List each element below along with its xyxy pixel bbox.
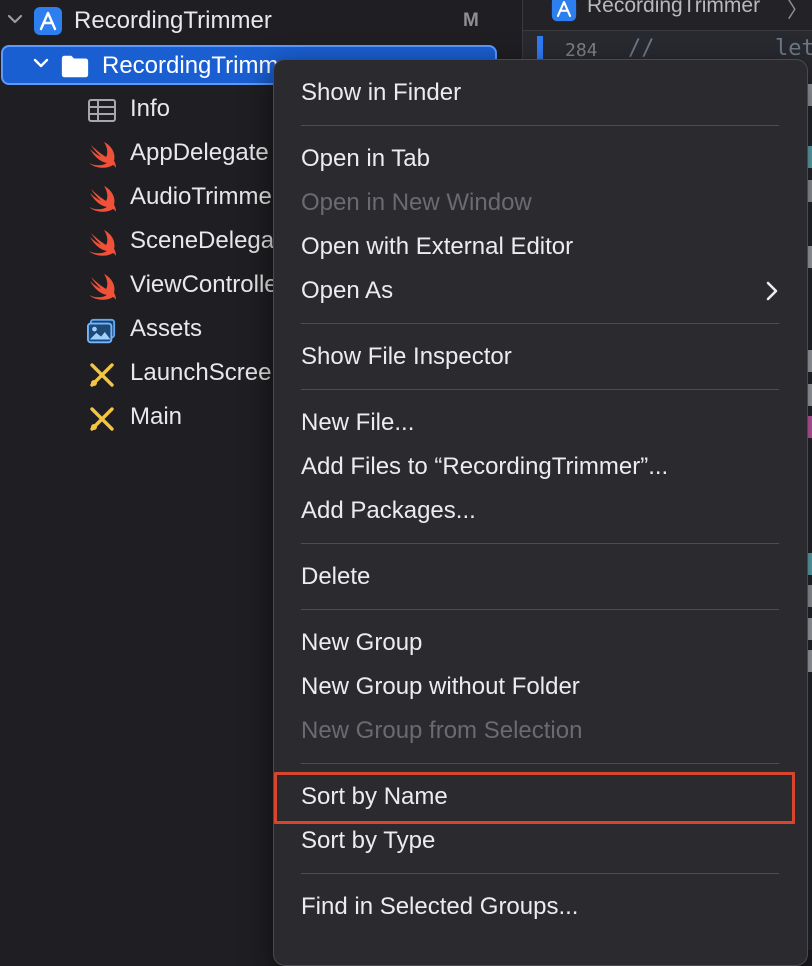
menu-item-label: Add Files to “RecordingTrimmer”... — [301, 453, 669, 480]
menu-item-label: New Group — [301, 629, 423, 656]
menu-item-open-with-external-editor[interactable]: Open with External Editor — [274, 226, 807, 270]
project-row[interactable]: RecordingTrimmer M — [0, 0, 522, 44]
menu-separator — [301, 323, 779, 324]
file-name: AudioTrimmer — [130, 183, 280, 210]
menu-item-label: Show in Finder — [301, 79, 462, 106]
code-keyword: let — [775, 36, 812, 61]
editor-jump-bar: RecordingTrimmer 〉 — [523, 0, 812, 31]
storyboard-icon — [90, 407, 114, 431]
menu-separator — [301, 543, 779, 544]
menu-item-label: Delete — [301, 563, 371, 590]
menu-separator — [301, 763, 779, 764]
menu-item-label: Add Packages... — [301, 497, 476, 524]
xcode-project-icon[interactable] — [551, 0, 577, 22]
menu-item-label: New File... — [301, 409, 415, 436]
swift-icon — [89, 230, 116, 256]
menu-item-delete[interactable]: Delete — [274, 556, 807, 600]
file-name: Main — [130, 403, 183, 430]
folder-icon — [61, 55, 89, 78]
file-name: AppDelegate — [130, 139, 269, 166]
file-name: LaunchScreen — [130, 359, 285, 386]
menu-item-new-file[interactable]: New File... — [274, 402, 807, 446]
menu-item-label: Open in New Window — [301, 189, 532, 216]
code-comment: // — [628, 36, 655, 61]
menu-item-open-in-new-window: Open in New Window — [274, 182, 807, 226]
menu-item-new-group-without-folder[interactable]: New Group without Folder — [274, 666, 807, 710]
menu-item-add-files[interactable]: Add Files to “RecordingTrimmer”... — [274, 446, 807, 490]
menu-item-new-group-from-selection: New Group from Selection — [274, 710, 807, 754]
plist-table-icon — [88, 99, 116, 122]
menu-item-add-packages[interactable]: Add Packages... — [274, 490, 807, 534]
swift-icon — [89, 142, 116, 168]
menu-item-show-in-finder[interactable]: Show in Finder — [274, 72, 807, 116]
menu-item-find-in-selected-groups[interactable]: Find in Selected Groups... — [274, 886, 807, 930]
menu-item-label: Sort by Type — [301, 827, 436, 854]
asset-catalog-icon — [87, 318, 116, 344]
menu-item-new-group[interactable]: New Group — [274, 622, 807, 666]
context-menu: Show in Finder Open in Tab Open in New W… — [273, 59, 808, 966]
storyboard-icon — [90, 363, 114, 387]
chevron-right-icon — [766, 281, 778, 301]
project-name: RecordingTrimmer — [74, 7, 272, 34]
menu-item-open-in-tab[interactable]: Open in Tab — [274, 138, 807, 182]
menu-separator — [301, 125, 779, 126]
file-name: Assets — [130, 315, 203, 342]
annotation-highlight-box — [274, 772, 795, 824]
swift-icon — [89, 186, 116, 212]
menu-item-label: Open As — [301, 277, 394, 304]
source-control-status-badge: M — [463, 10, 479, 31]
menu-item-label: New Group without Folder — [301, 673, 580, 700]
file-name: Info — [130, 95, 171, 122]
menu-item-label: Open with External Editor — [301, 233, 574, 260]
menu-item-label: Show File Inspector — [301, 343, 512, 370]
menu-item-show-file-inspector[interactable]: Show File Inspector — [274, 336, 807, 380]
xcode-project-icon — [34, 7, 62, 35]
menu-item-label: New Group from Selection — [301, 717, 583, 744]
jump-bar-separator: 〉 — [787, 0, 808, 22]
file-name: SceneDelegate — [130, 227, 295, 254]
menu-separator — [301, 873, 779, 874]
chevron-down-icon[interactable] — [32, 54, 50, 72]
menu-item-sort-by-type[interactable]: Sort by Type — [274, 820, 807, 864]
line-number: 284 — [565, 40, 598, 61]
swift-icon — [89, 274, 116, 300]
menu-separator — [301, 389, 779, 390]
menu-item-label: Find in Selected Groups... — [301, 893, 579, 920]
menu-separator — [301, 609, 779, 610]
jump-bar-project[interactable]: RecordingTrimmer — [587, 0, 760, 18]
file-name: ViewController — [130, 271, 286, 298]
chevron-down-icon[interactable] — [6, 10, 24, 28]
menu-item-label: Open in Tab — [301, 145, 430, 172]
menu-item-open-as[interactable]: Open As — [274, 270, 807, 314]
group-name: RecordingTrimmer — [102, 52, 300, 79]
